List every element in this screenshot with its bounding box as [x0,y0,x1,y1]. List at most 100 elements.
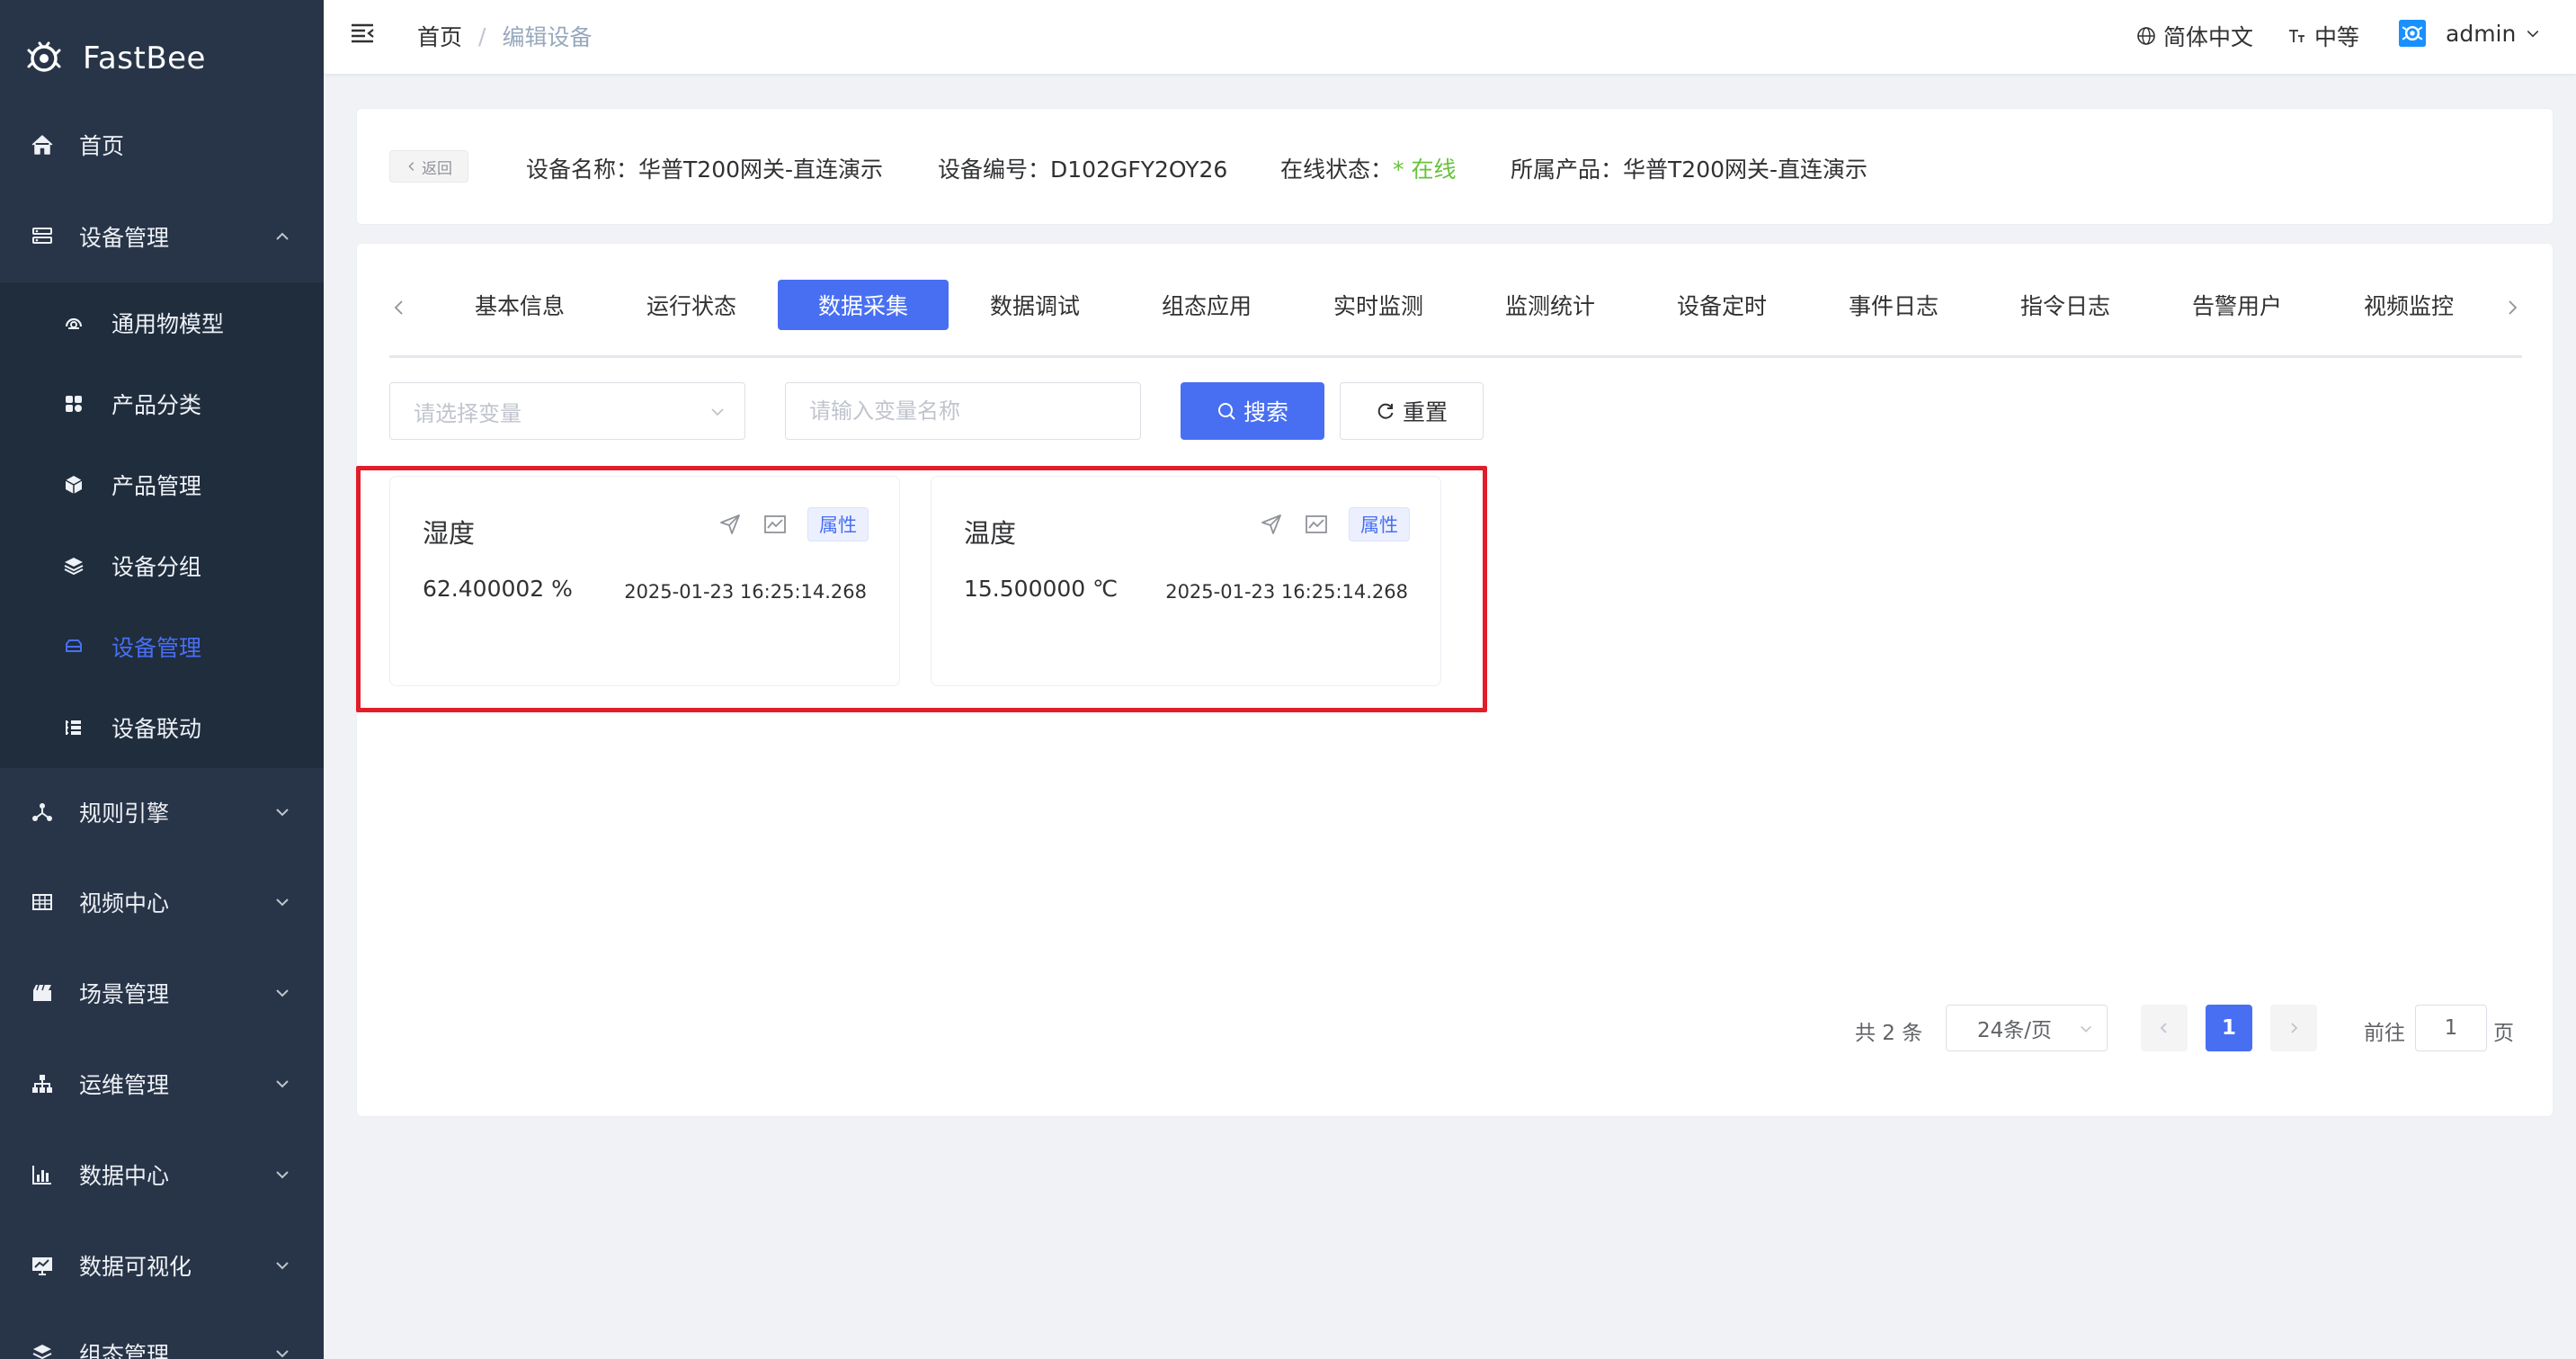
variable-value: 15.500000 ℃ [964,576,1119,602]
globe-icon [2137,27,2155,45]
variable-value: 62.400002 % [423,576,573,602]
sidebar-item-label: 首页 [79,133,125,159]
tab-3[interactable]: 数据采集 [778,280,949,330]
search-button[interactable]: 搜索 [1181,382,1324,440]
send-icon[interactable] [1259,512,1284,537]
prev-page-button[interactable] [2141,1005,2188,1051]
sidebar-item-ops-management[interactable]: 运维管理 [0,1043,324,1124]
line-chart-icon[interactable] [1304,512,1329,537]
sidebar-subitem-device-management[interactable]: 设备管理 [0,606,324,687]
tab-1[interactable]: 基本信息 [434,280,605,330]
tab-5[interactable]: 组态应用 [1121,280,1292,330]
send-icon[interactable] [718,512,743,537]
tabs-scroll-left-icon[interactable] [389,298,409,317]
fastbee-logo-icon [27,41,61,72]
sidebar-item-device-management[interactable]: 设备管理 [0,196,324,277]
device-serial-field: 设备编号：D102GFY2OY26 [938,152,1227,184]
tab-11[interactable]: 告警用户 [2152,280,2322,330]
device-name-value: 华普T200网关-直连演示 [638,156,884,183]
chevron-right-icon [2291,1023,2298,1033]
scene-icon [33,984,51,1001]
font-size-switcher[interactable]: 中等 [2287,20,2359,52]
pagination-total: 共 2 条 [1855,1022,1923,1045]
tab-2[interactable]: 运行状态 [606,280,777,330]
property-tag: 属性 [1349,507,1410,541]
main-content-card: 基本信息 运行状态 数据采集 数据调试 组态应用 实时监测 监测统计 设备定时 事件日志 指令日志… [356,243,2554,1117]
avatar-icon [2399,20,2426,47]
sidebar-item-scada-management[interactable]: 组态管理 [0,1313,324,1359]
back-button[interactable]: 返回 [389,150,468,183]
device-serial-value: D102GFY2OY26 [1050,156,1228,183]
reset-button[interactable]: 重置 [1340,382,1484,440]
chevron-left-icon [408,162,414,171]
tab-9[interactable]: 事件日志 [1808,280,1979,330]
sidebar-item-scene-management[interactable]: 场景管理 [0,952,324,1033]
sidebar-item-data-visualization[interactable]: 数据可视化 [0,1225,324,1306]
tab-10[interactable]: 指令日志 [1980,280,2151,330]
font-size-label: 中等 [2314,24,2360,50]
rule-icon [32,803,52,821]
breadcrumb-home[interactable]: 首页 [417,20,462,52]
card-actions: 属性 [1259,507,1410,541]
tab-8[interactable]: 设备定时 [1636,280,1807,330]
category-icon [66,396,82,412]
sidebar-item-label: 产品分类 [111,392,202,418]
device-icon [32,228,52,244]
variable-name-input[interactable] [785,382,1141,440]
sidebar-subitem-device-group[interactable]: 设备分组 [0,525,324,606]
sidebar-subitem-thing-model[interactable]: 通用物模型 [0,282,324,363]
chevron-up-icon [276,232,289,240]
refresh-icon [1377,403,1394,419]
hamburger-menu-icon[interactable] [349,20,376,47]
top-header: 首页 / 编辑设备 简体中文 中等 admin [324,0,2576,74]
page-number-button[interactable]: 1 [2206,1005,2252,1051]
chevron-down-icon [276,989,289,997]
page-size-select[interactable]: 24条/页 [1946,1005,2108,1051]
chevron-down-icon [276,1262,289,1270]
chevron-down-icon [2081,1025,2091,1033]
online-status-label: 在线状态： [1280,156,1394,183]
chart-icon [32,1166,51,1185]
card-actions: 属性 [718,507,869,541]
sidebar-item-label: 产品管理 [111,473,202,499]
next-page-button[interactable] [2270,1005,2317,1051]
breadcrumb-separator: / [478,22,486,49]
sidebar-item-video-center[interactable]: 视频中心 [0,862,324,943]
goto-page-input[interactable] [2415,1005,2487,1051]
tab-12[interactable]: 视频监控 [2323,280,2494,330]
sidebar-item-data-center[interactable]: 数据中心 [0,1134,324,1215]
variable-name: 温度 [964,518,1017,549]
sidebar-subitem-product-category[interactable]: 产品分类 [0,363,324,444]
online-status-value: * 在线 [1393,156,1457,183]
sidebar: FastBee 首页 设备管理 通用物模型 产品分类 产品管理 设备分组 设备管… [0,0,324,1359]
search-label: 搜索 [1243,399,1288,425]
sidebar-subitem-product-management[interactable]: 产品管理 [0,444,324,525]
sidebar-item-label: 运维管理 [79,1072,170,1098]
language-switcher[interactable]: 简体中文 [2136,20,2253,52]
tab-4[interactable]: 数据调试 [949,280,1120,330]
device-icon [66,639,82,652]
sidebar-item-rule-engine[interactable]: 规则引擎 [0,772,324,853]
chevron-down-icon [276,809,289,817]
sidebar-subitem-device-linkage[interactable]: 设备联动 [0,687,324,768]
chevron-down-icon [276,1080,289,1088]
sidebar-item-home[interactable]: 首页 [0,104,324,185]
sidebar-item-label: 视频中心 [79,890,170,916]
tab-6[interactable]: 实时监测 [1293,280,1464,330]
chevron-down-icon [276,1171,289,1179]
property-tag: 属性 [807,507,869,541]
app-name: FastBee [83,40,206,76]
user-menu[interactable]: admin [2399,20,2548,47]
sidebar-item-label: 通用物模型 [111,311,225,337]
tabs-scroll-right-icon[interactable] [2502,298,2522,317]
app-logo[interactable]: FastBee [25,36,206,81]
line-chart-icon[interactable] [762,512,788,537]
variable-select[interactable]: 请选择变量 [389,382,745,440]
device-name-field: 设备名称：华普T200网关-直连演示 [526,152,883,184]
online-status-field: 在线状态：* 在线 [1280,152,1456,184]
tab-underline [389,355,2522,358]
stack-icon [64,558,84,576]
language-label: 简体中文 [2163,24,2254,50]
tab-7[interactable]: 监测统计 [1465,280,1636,330]
device-serial-label: 设备编号： [938,156,1051,183]
